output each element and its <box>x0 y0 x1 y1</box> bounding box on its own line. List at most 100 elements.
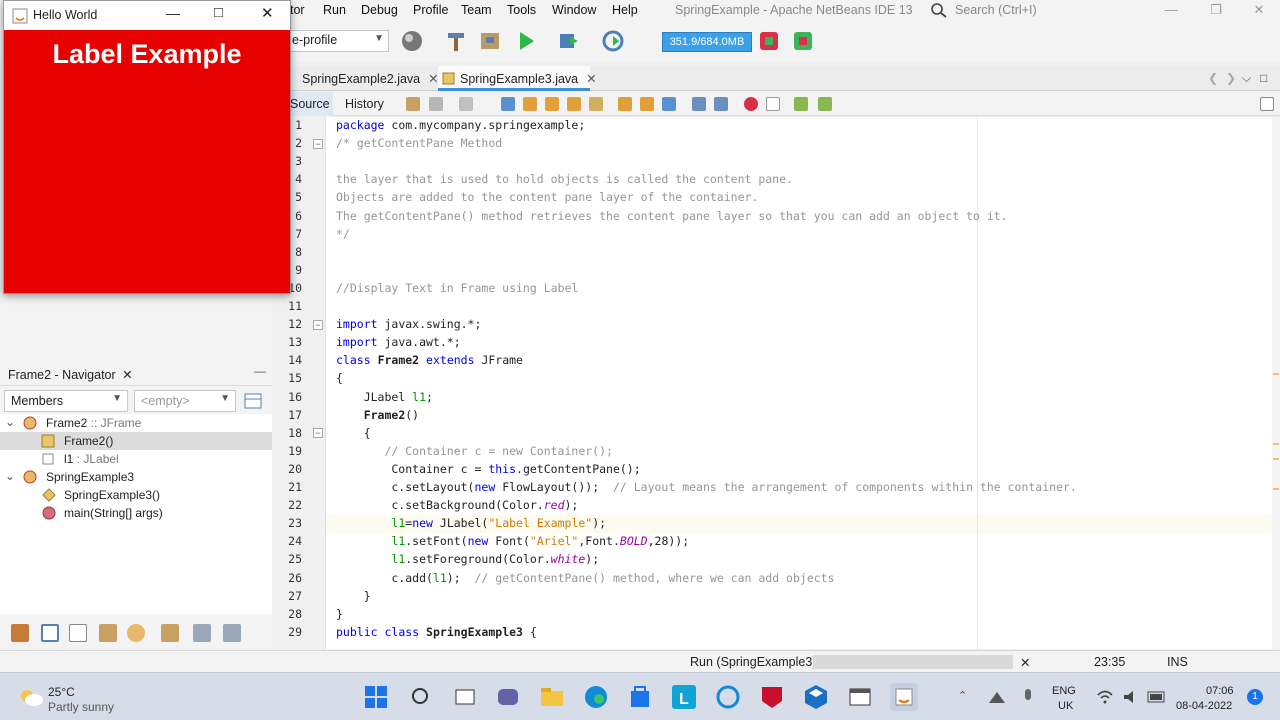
cortana-icon[interactable] <box>714 683 742 711</box>
java-app-icon[interactable] <box>890 683 918 711</box>
run-status[interactable]: Run (SpringExample3) <box>690 655 816 669</box>
find-icon[interactable] <box>501 97 515 111</box>
notification-badge[interactable]: 1 <box>1247 689 1263 705</box>
task-view-icon[interactable] <box>451 683 479 711</box>
toggle-rect-icon[interactable] <box>589 97 603 111</box>
code-line[interactable]: Container c = this.getContentPane(); <box>336 462 640 476</box>
tab-springexample2[interactable]: SpringExample2.java ✕ <box>290 66 439 91</box>
last-edit-icon[interactable] <box>406 97 420 111</box>
shift-left-icon[interactable] <box>692 97 706 111</box>
stop-macro-icon[interactable] <box>766 97 780 111</box>
run-icon[interactable] <box>514 29 538 53</box>
scroll-right-icon[interactable]: ❯ <box>1226 71 1236 85</box>
tray-overflow-icon[interactable]: ⌃ <box>958 689 967 702</box>
maximize-icon[interactable]: ❐ <box>1205 2 1227 20</box>
window-app-icon[interactable] <box>846 683 874 711</box>
restore-icon[interactable]: □ <box>1260 71 1267 85</box>
minimize-icon[interactable]: — <box>1160 2 1182 20</box>
mcafee-icon[interactable] <box>758 683 786 711</box>
toggle-highlight-icon[interactable] <box>567 97 581 111</box>
stripe-mark[interactable] <box>1273 488 1279 490</box>
code-line[interactable]: import java.awt.*; <box>336 335 461 349</box>
start-macro-icon[interactable] <box>744 97 758 111</box>
store-icon[interactable] <box>626 683 654 711</box>
prev-bookmark-icon[interactable] <box>618 97 632 111</box>
error-stripe[interactable] <box>1272 117 1280 649</box>
network-icon[interactable] <box>988 690 1006 704</box>
code-line[interactable]: l1=new JLabel("Label Example"); <box>336 516 606 530</box>
code-line[interactable]: Objects are added to the content pane la… <box>336 190 758 204</box>
minimize-icon[interactable]: — <box>166 5 180 21</box>
code-line[interactable]: */ <box>336 227 350 241</box>
tab-springexample3[interactable]: SpringExample3.java ✕ <box>438 66 597 91</box>
uncomment-icon[interactable] <box>818 97 832 111</box>
menu-profile[interactable]: Profile <box>413 3 448 17</box>
globe-icon[interactable] <box>400 29 424 53</box>
split-icon[interactable] <box>1260 97 1274 111</box>
menu-tools[interactable]: Tools <box>507 3 536 17</box>
file-explorer-icon[interactable] <box>538 683 566 711</box>
app-l-icon[interactable]: L <box>670 683 698 711</box>
nonpublic-filter-icon[interactable] <box>69 624 87 642</box>
clean-build-icon[interactable] <box>478 29 502 53</box>
code-line[interactable]: } <box>336 589 371 603</box>
edge-icon[interactable] <box>582 683 610 711</box>
code-line[interactable]: { <box>336 426 371 440</box>
menu-editor[interactable]: tor <box>290 3 305 17</box>
code-line[interactable]: c.setLayout(new FlowLayout()); // Layout… <box>336 480 1076 494</box>
code-line[interactable]: l1.setForeground(Color.white); <box>336 552 599 566</box>
code-line[interactable]: } <box>336 607 343 621</box>
wifi-icon[interactable] <box>1097 690 1113 704</box>
tree-node-springexample3-constructor[interactable]: SpringExample3() <box>0 486 272 504</box>
forward-icon[interactable] <box>459 97 473 111</box>
tree-node-frame2[interactable]: ⌄ Frame2 :: JFrame <box>0 414 272 432</box>
fold-toggle[interactable]: − <box>313 139 323 149</box>
menu-run[interactable]: Run <box>323 3 346 17</box>
gc-icon[interactable] <box>757 29 781 53</box>
tree-node-main[interactable]: main(String[] args) <box>0 504 272 522</box>
code-line[interactable]: /* getContentPane Method <box>336 136 502 150</box>
sort-source-icon[interactable] <box>223 624 241 642</box>
speaker-icon[interactable] <box>1123 690 1139 704</box>
netbeans-icon[interactable] <box>802 683 830 711</box>
microphone-icon[interactable] <box>1022 688 1034 706</box>
weather-icon[interactable] <box>18 687 44 707</box>
battery-icon[interactable] <box>1147 690 1167 704</box>
close-icon[interactable]: ✕ <box>122 368 132 382</box>
code-line[interactable]: class Frame2 extends JFrame <box>336 353 523 367</box>
code-line[interactable]: l1.setFont(new Font("Ariel",Font.BOLD,28… <box>336 534 689 548</box>
members-select[interactable]: Members ▼ <box>4 390 128 412</box>
code-line[interactable]: package com.mycompany.springexample; <box>336 118 585 132</box>
menu-debug[interactable]: Debug <box>361 3 398 17</box>
menu-help[interactable]: Help <box>612 3 638 17</box>
code-line[interactable]: JLabel l1; <box>336 390 433 404</box>
code-line[interactable]: c.add(l1); // getContentPane() method, w… <box>336 571 834 585</box>
stripe-mark[interactable] <box>1273 443 1279 445</box>
code-line[interactable]: c.setBackground(Color.red); <box>336 498 578 512</box>
menu-window[interactable]: Window <box>552 3 596 17</box>
fold-toggle[interactable]: − <box>313 320 323 330</box>
fold-toggle[interactable]: − <box>313 428 323 438</box>
menu-team[interactable]: Team <box>461 3 492 17</box>
code-line[interactable]: Frame2() <box>336 408 419 422</box>
close-icon[interactable]: ✕ <box>261 4 274 22</box>
chevron-down-icon[interactable]: ⌄ <box>5 415 15 429</box>
fqn-filter-icon[interactable] <box>161 624 179 642</box>
next-bookmark-icon[interactable] <box>640 97 654 111</box>
tab-history[interactable]: History <box>337 92 397 116</box>
language-code[interactable]: ENG <box>1052 685 1076 697</box>
code-line[interactable]: { <box>336 371 343 385</box>
profile-icon[interactable] <box>601 29 625 53</box>
close-icon[interactable]: ✕ <box>1248 2 1270 20</box>
chevron-down-icon[interactable]: ⌄ <box>5 469 15 483</box>
chevron-down-icon[interactable]: ⌵ <box>1242 71 1251 86</box>
code-editor[interactable]: 1 2 3 4 5 6 7 8 9 10 11 12 13 14 15 16 17 18 19 20 21 22 23 24 2… <box>280 117 1272 649</box>
windows-start-icon[interactable] <box>362 683 390 711</box>
teams-chat-icon[interactable] <box>494 683 522 711</box>
code-line[interactable]: // Container c = new Container(); <box>336 444 613 458</box>
close-icon[interactable]: ✕ <box>586 72 596 86</box>
debug-icon[interactable] <box>556 29 580 53</box>
code-line[interactable]: public class SpringExample3 { <box>336 625 537 639</box>
comment-icon[interactable] <box>794 97 808 111</box>
toggle-bookmark-icon[interactable] <box>662 97 676 111</box>
